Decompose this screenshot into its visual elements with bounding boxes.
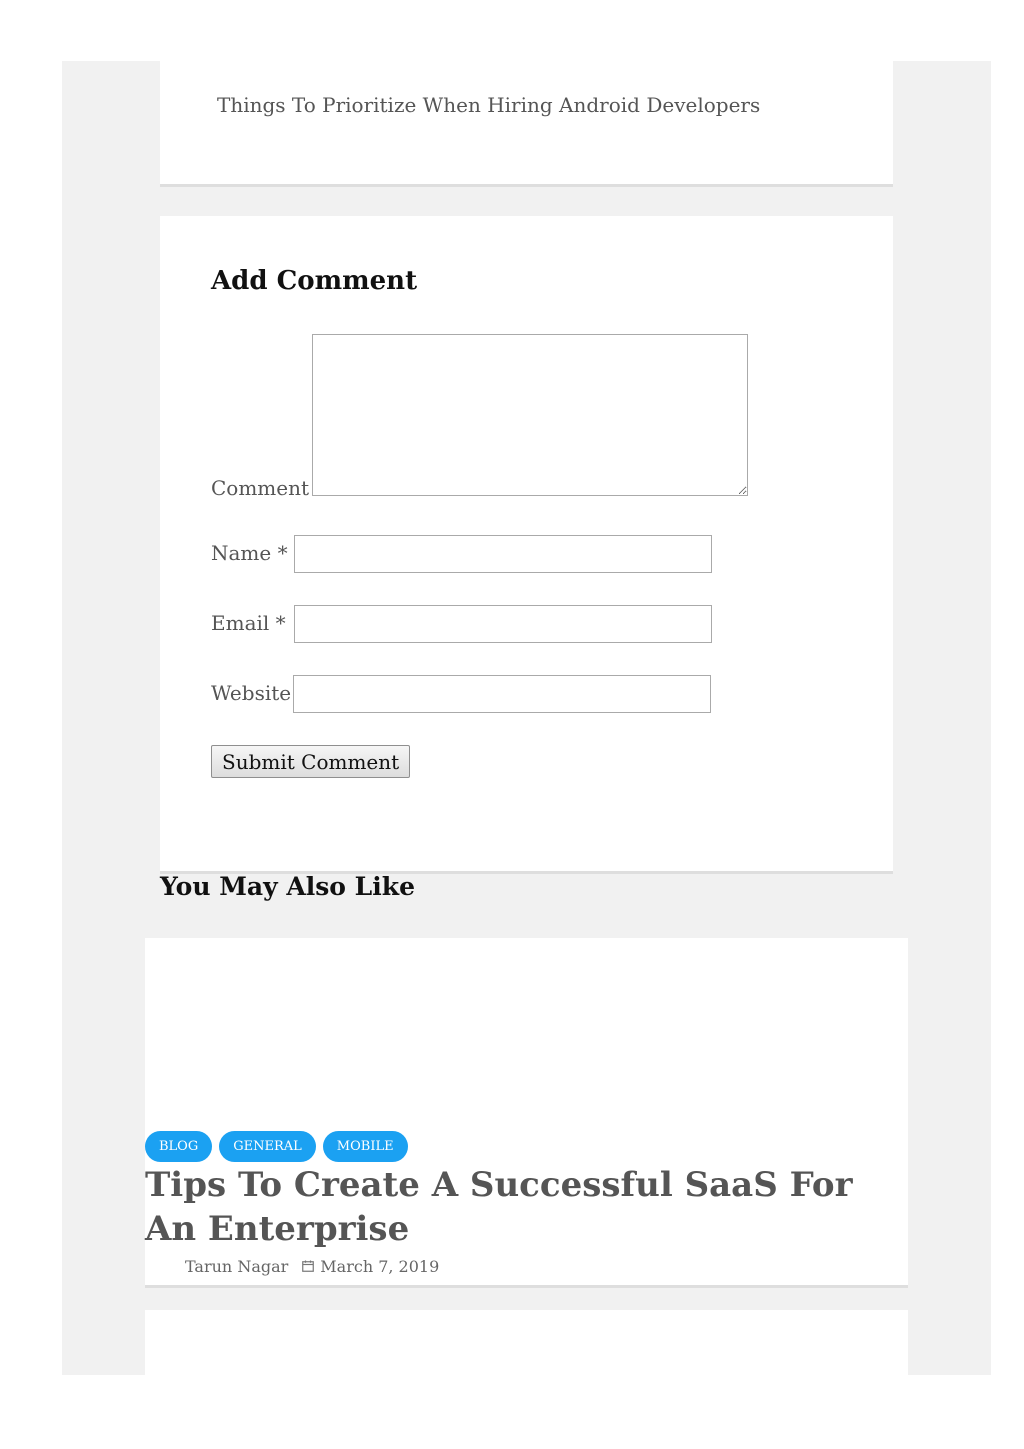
submit-comment-button[interactable]: Submit Comment <box>211 745 411 778</box>
post-author-link[interactable]: Tarun Nagar <box>185 1257 288 1276</box>
comment-textarea[interactable] <box>312 334 748 496</box>
name-input[interactable] <box>294 535 712 573</box>
post-title-link[interactable]: Tips To Create A Successful SaaS For An … <box>145 1163 865 1251</box>
name-label: Name * <box>211 541 288 565</box>
email-input[interactable] <box>294 605 712 643</box>
comment-form-card: Add Comment Comment Name * Email * Websi… <box>160 216 893 874</box>
post-meta: Tarun Nagar March 7, 2019 <box>185 1257 439 1276</box>
category-tags: BLOG GENERAL MOBILE <box>145 1131 408 1162</box>
next-post-card <box>145 1310 908 1375</box>
post-date: March 7, 2019 <box>320 1257 440 1276</box>
related-post-card: Things To Prioritize When Hiring Android… <box>160 61 893 187</box>
tag-mobile[interactable]: MOBILE <box>322 1131 408 1162</box>
email-label: Email * <box>211 611 286 635</box>
website-label: Website <box>211 681 292 705</box>
you-may-also-like-heading: You May Also Like <box>160 872 415 901</box>
calendar-icon <box>302 1260 315 1272</box>
related-post-link[interactable]: Things To Prioritize When Hiring Android… <box>217 93 760 117</box>
add-comment-heading: Add Comment <box>211 266 418 296</box>
website-input[interactable] <box>293 675 711 713</box>
tag-general[interactable]: GENERAL <box>219 1131 316 1162</box>
comment-label: Comment <box>211 476 310 500</box>
tag-blog[interactable]: BLOG <box>145 1131 213 1162</box>
related-post-card: BLOG GENERAL MOBILE Tips To Create A Suc… <box>145 938 908 1288</box>
